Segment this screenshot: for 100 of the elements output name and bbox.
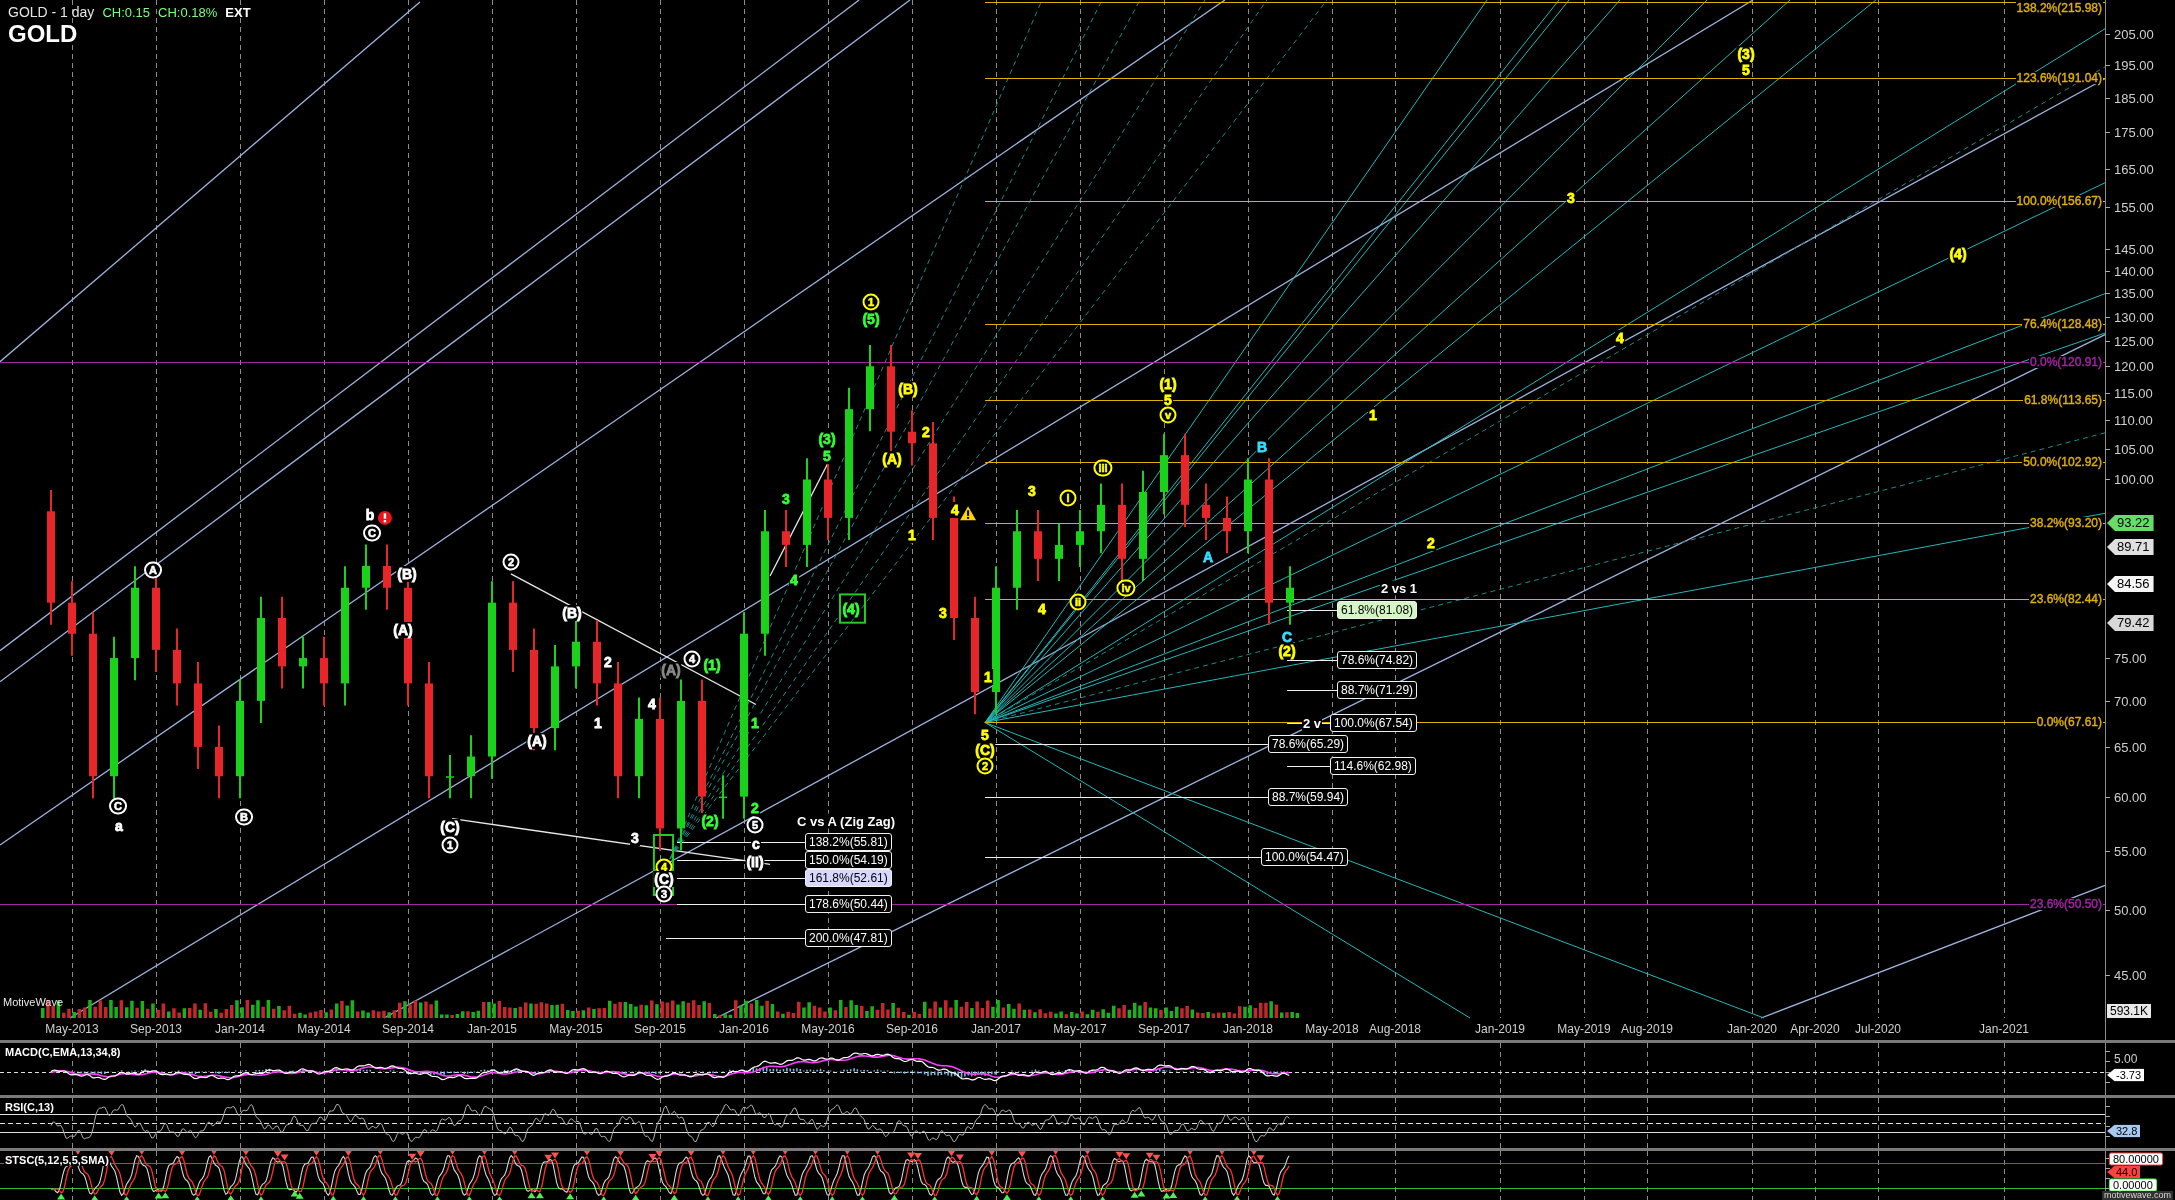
grid-line — [828, 1151, 829, 1200]
fib-level-label: 61.8%(113.65) — [2023, 394, 2103, 406]
indicator-label: STSC(5,12,5,5,SMA) — [4, 1155, 110, 1166]
wave-label: iv — [1116, 579, 1136, 597]
date-axis-label: Sep-2017 — [1138, 1023, 1190, 1035]
grid-line — [1248, 1043, 1249, 1095]
grid-line — [1395, 1043, 1396, 1095]
wave-label: (3) — [1736, 46, 1756, 62]
wave-label: 3 — [1566, 190, 1576, 206]
indicator-value-tag: 32.8 — [2107, 1124, 2141, 1138]
grid-line — [912, 1043, 913, 1095]
fib-level-label: 0.0%(120.91) — [2028, 356, 2103, 368]
date-axis-label: Jan-2019 — [1475, 1023, 1525, 1035]
fib-extension-label: 100.0%(67.54) — [1330, 714, 1417, 732]
price-axis-label: 175.00 — [2114, 125, 2154, 139]
leader-line — [1286, 610, 1338, 611]
grid-line — [1752, 1098, 1753, 1148]
wave-label: 4 — [950, 502, 960, 518]
wave-label: A — [1201, 549, 1215, 565]
wave-label: (B) — [897, 381, 919, 397]
date-axis-label: Sep-2013 — [130, 1023, 182, 1035]
wave-label: ii — [1069, 593, 1087, 611]
date-axis-label: Jan-2014 — [215, 1023, 265, 1035]
price-candle — [782, 508, 790, 568]
grid-line — [1752, 1151, 1753, 1200]
grid-line — [1815, 1151, 1816, 1200]
wave-label: (5) — [861, 311, 881, 327]
wave-label: 2 — [921, 424, 931, 440]
wave-label: (1) — [702, 657, 722, 673]
warning-icon — [960, 506, 977, 521]
date-axis-label: Jan-2018 — [1223, 1023, 1273, 1035]
price-tag: 93.22 — [2107, 515, 2154, 531]
fib-level-label: 23.6%(82.44) — [2028, 593, 2103, 605]
wave-label: 5 — [746, 816, 764, 834]
date-axis-label: May-2017 — [1053, 1023, 1107, 1035]
grid-line — [744, 1151, 745, 1200]
price-candle — [908, 409, 916, 467]
wave-label: 1 — [593, 715, 603, 731]
grid-line — [1164, 1043, 1165, 1095]
symbol-label: GOLD — [8, 22, 79, 46]
highlight-box — [839, 593, 866, 624]
fib-level-label: 138.2%(215.98) — [2015, 2, 2103, 14]
date-axis-label: May-2014 — [297, 1023, 351, 1035]
price-change: CH:0.18% — [158, 5, 218, 20]
wave-label: 3 — [938, 605, 948, 621]
date-axis-label: May-2015 — [549, 1023, 603, 1035]
price-candle — [467, 734, 475, 800]
chart-note: 2 vs 1 — [1379, 580, 1419, 596]
date-axis-label: Jan-2016 — [719, 1023, 769, 1035]
grid-line — [1080, 1098, 1081, 1148]
fib-extension-label: 88.7%(59.94) — [1268, 788, 1349, 806]
date-axis-label: Apr-2020 — [1790, 1023, 1840, 1035]
price-axis-label: 125.00 — [2114, 334, 2154, 348]
price-tag: 79.42 — [2107, 615, 2154, 631]
grid-line — [828, 1043, 829, 1095]
indicator-value-tag: 44.0 — [2107, 1165, 2141, 1179]
indicator-value-tag: 80.00000 — [2109, 1152, 2163, 1166]
date-axis-label: Sep-2016 — [886, 1023, 938, 1035]
price-axis-label: 205.00 — [2114, 27, 2154, 41]
wave-label: 4 — [789, 572, 799, 588]
wave-label: A — [144, 561, 162, 579]
date-axis-label: Jul-2020 — [1855, 1023, 1901, 1035]
grid-line — [408, 1098, 409, 1148]
leader-line — [1286, 690, 1338, 691]
grid-line — [2004, 1098, 2005, 1148]
grid-line — [1164, 1098, 1165, 1148]
price-tag: 89.71 — [2107, 539, 2154, 555]
wave-label: 3 — [1027, 483, 1037, 499]
grid-line — [1584, 1151, 1585, 1200]
price-axis-label: 50.00 — [2114, 903, 2147, 917]
wave-label: 4 — [647, 696, 657, 712]
wave-label: v — [1159, 406, 1177, 424]
wave-label: 5 — [1741, 62, 1751, 78]
wave-label: 1 — [750, 715, 760, 731]
chart-note: C vs A (Zig Zag) — [796, 813, 896, 829]
grid-line — [660, 1098, 661, 1148]
wave-label: (C) — [974, 742, 996, 758]
fib-level-label: 38.2%(93.20) — [2028, 517, 2103, 529]
price-axis-label: 75.00 — [2114, 651, 2147, 665]
price-axis-label: 55.00 — [2114, 844, 2147, 858]
price-axis-label: 135.00 — [2114, 286, 2154, 300]
wave-label: 5 — [822, 448, 832, 464]
wave-label: 3 — [781, 491, 791, 507]
grid-line — [660, 1043, 661, 1095]
grid-line — [912, 1151, 913, 1200]
grid-line — [1332, 1151, 1333, 1200]
grid-line — [576, 1098, 577, 1148]
leader-line — [1286, 766, 1331, 767]
price-axis-label: 60.00 — [2114, 790, 2147, 804]
date-axis-label: May-2018 — [1305, 1023, 1359, 1035]
wave-label: 1 — [441, 836, 459, 854]
wave-label: 2 — [1426, 535, 1436, 551]
grid-line — [1395, 1098, 1396, 1148]
grid-line — [996, 1098, 997, 1148]
wave-label: i — [1059, 489, 1077, 507]
grid-line — [72, 1043, 73, 1095]
price-axis-label: 120.00 — [2114, 359, 2154, 373]
fib-extension-label: 78.6%(74.82) — [1337, 651, 1418, 669]
wave-label: b — [364, 507, 376, 523]
grid-line — [1815, 1098, 1816, 1148]
